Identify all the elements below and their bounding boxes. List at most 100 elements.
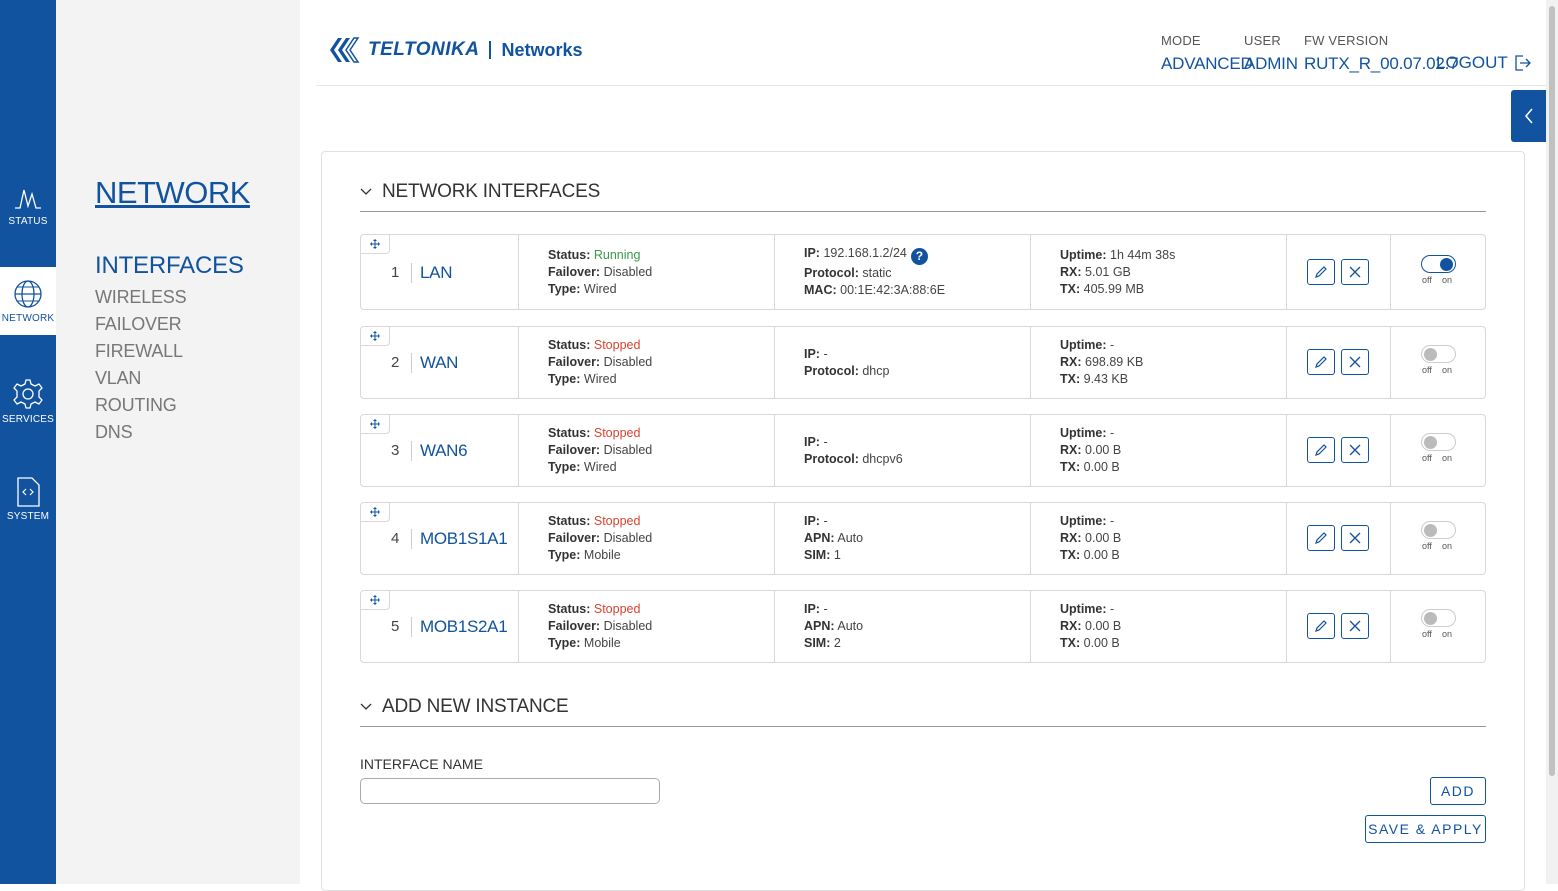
toggle-cell: off on (1390, 503, 1486, 574)
failover-value: Disabled (603, 443, 653, 457)
chevron-down-icon (360, 188, 372, 195)
subnav-menu: INTERFACES WIRELESS FAILOVER FIREWALL VL… (95, 248, 244, 446)
toggle-knob (1424, 612, 1437, 625)
ip-value: - (823, 602, 828, 616)
drag-handle[interactable] (361, 415, 390, 434)
subnav-item-vlan[interactable]: VLAN (95, 365, 244, 392)
user-info: USER ADMIN (1244, 33, 1298, 74)
drag-handle[interactable] (361, 235, 390, 254)
delete-button[interactable] (1341, 259, 1369, 285)
sim-label: SIM: (804, 548, 831, 562)
interface-number: 2 (391, 354, 400, 371)
edit-button[interactable] (1307, 259, 1335, 285)
enable-toggle[interactable] (1421, 255, 1456, 273)
enable-toggle[interactable] (1421, 521, 1456, 539)
interface-name[interactable]: WAN (420, 353, 458, 373)
status-cell: Status: Stopped Failover: Disabled Type:… (518, 503, 774, 574)
mode-value[interactable]: ADVANCED (1161, 54, 1253, 74)
interface-number: 5 (391, 618, 400, 635)
interface-name[interactable]: MOB1S1A1 (420, 529, 508, 549)
drag-handle[interactable] (361, 327, 390, 346)
enable-toggle[interactable] (1421, 609, 1456, 627)
subnav-item-routing[interactable]: ROUTING (95, 392, 244, 419)
delete-button[interactable] (1341, 349, 1369, 375)
interface-name[interactable]: MOB1S2A1 (420, 617, 508, 637)
drag-handle[interactable] (361, 503, 390, 522)
interface-name-input[interactable] (360, 778, 660, 804)
type-value: Mobile (583, 636, 621, 650)
sidebar-item-services[interactable]: SERVICES (0, 367, 56, 435)
failover-value: Disabled (603, 355, 653, 369)
add-button[interactable]: ADD (1430, 777, 1486, 805)
logout-icon (1515, 55, 1531, 71)
interface-name[interactable]: WAN6 (420, 441, 468, 461)
subnav-title[interactable]: NETWORK (95, 175, 250, 211)
subnav-item-wireless[interactable]: WIRELESS (95, 284, 244, 311)
subnav-item-firewall[interactable]: FIREWALL (95, 338, 244, 365)
user-value[interactable]: ADMIN (1244, 54, 1298, 74)
drag-handle[interactable] (361, 591, 390, 610)
toggle-on-label: on (1442, 541, 1453, 551)
delete-button[interactable] (1341, 437, 1369, 463)
type-label: Type: (548, 460, 581, 474)
uptime-value: - (1110, 338, 1115, 352)
toggle-on-label: on (1442, 629, 1453, 639)
edit-button[interactable] (1307, 613, 1335, 639)
logo-divider (489, 41, 492, 59)
rx-value: 5.01 GB (1085, 265, 1131, 279)
sidebar-item-network[interactable]: NETWORK (0, 267, 56, 335)
status-cell: Status: Stopped Failover: Disabled Type:… (518, 327, 774, 398)
status-value: Stopped (593, 602, 641, 616)
edit-button[interactable] (1307, 437, 1335, 463)
collapse-panel-button[interactable] (1511, 90, 1546, 142)
delete-button[interactable] (1341, 613, 1369, 639)
toggle-on-label: on (1442, 365, 1453, 375)
enable-toggle[interactable] (1421, 345, 1456, 363)
ip-cell: IP: - Protocol: dhcpv6 (774, 415, 1030, 486)
sidebar-item-system[interactable]: SYSTEM (0, 465, 56, 533)
interfaces-card: NETWORK INTERFACES 1 LAN Status: Running… (321, 151, 1525, 891)
rx-label: RX: (1060, 355, 1082, 369)
tx-value: 405.99 MB (1083, 282, 1145, 296)
apn-value: Auto (837, 531, 864, 545)
type-label: Type: (548, 636, 581, 650)
status-value: Stopped (593, 338, 641, 352)
actions-cell (1286, 591, 1390, 662)
subnav-item-failover[interactable]: FAILOVER (95, 311, 244, 338)
toggle-off-label: off (1422, 453, 1432, 463)
toggle-knob (1424, 348, 1437, 361)
page-scrollbar[interactable] (1546, 0, 1558, 884)
interface-row-mob1s2a1: 5 MOB1S2A1 Status: Stopped Failover: Dis… (360, 590, 1486, 663)
uptime-label: Uptime: (1060, 514, 1107, 528)
logout-button[interactable]: LOGOUT (1436, 53, 1531, 73)
edit-button[interactable] (1307, 525, 1335, 551)
enable-toggle[interactable] (1421, 433, 1456, 451)
sidebar-item-status[interactable]: STATUS (0, 171, 56, 239)
save-apply-button[interactable]: SAVE & APPLY (1365, 815, 1486, 843)
pencil-icon (1315, 444, 1327, 456)
ip-cell: IP: - APN: Auto SIM: 2 (774, 591, 1030, 662)
edit-button[interactable] (1307, 349, 1335, 375)
protocol-value: static (862, 266, 892, 280)
add-instance-header[interactable]: ADD NEW INSTANCE (360, 687, 1486, 727)
subnav-item-dns[interactable]: DNS (95, 419, 244, 446)
ip-value: - (823, 347, 828, 361)
teltonika-logo[interactable]: TELTONIKA Networks (328, 34, 583, 66)
toggle-knob (1424, 436, 1437, 449)
interface-name[interactable]: LAN (420, 263, 452, 283)
rx-value: 0.00 B (1085, 443, 1122, 457)
rx-label: RX: (1060, 619, 1082, 633)
network-interfaces-header[interactable]: NETWORK INTERFACES (360, 172, 1486, 212)
failover-value: Disabled (603, 531, 653, 545)
mac-value: 00:1E:42:3A:88:6E (840, 283, 946, 297)
type-value: Mobile (583, 548, 621, 562)
toggle-on-label: on (1442, 453, 1453, 463)
protocol-value: dhcp (862, 364, 890, 378)
failover-label: Failover: (548, 355, 601, 369)
subnav-item-interfaces[interactable]: INTERFACES (95, 248, 244, 284)
tx-value: 0.00 B (1083, 548, 1120, 562)
type-value: Wired (583, 282, 617, 296)
scrollbar-thumb[interactable] (1549, 6, 1555, 776)
delete-button[interactable] (1341, 525, 1369, 551)
help-icon[interactable]: ? (910, 248, 928, 265)
